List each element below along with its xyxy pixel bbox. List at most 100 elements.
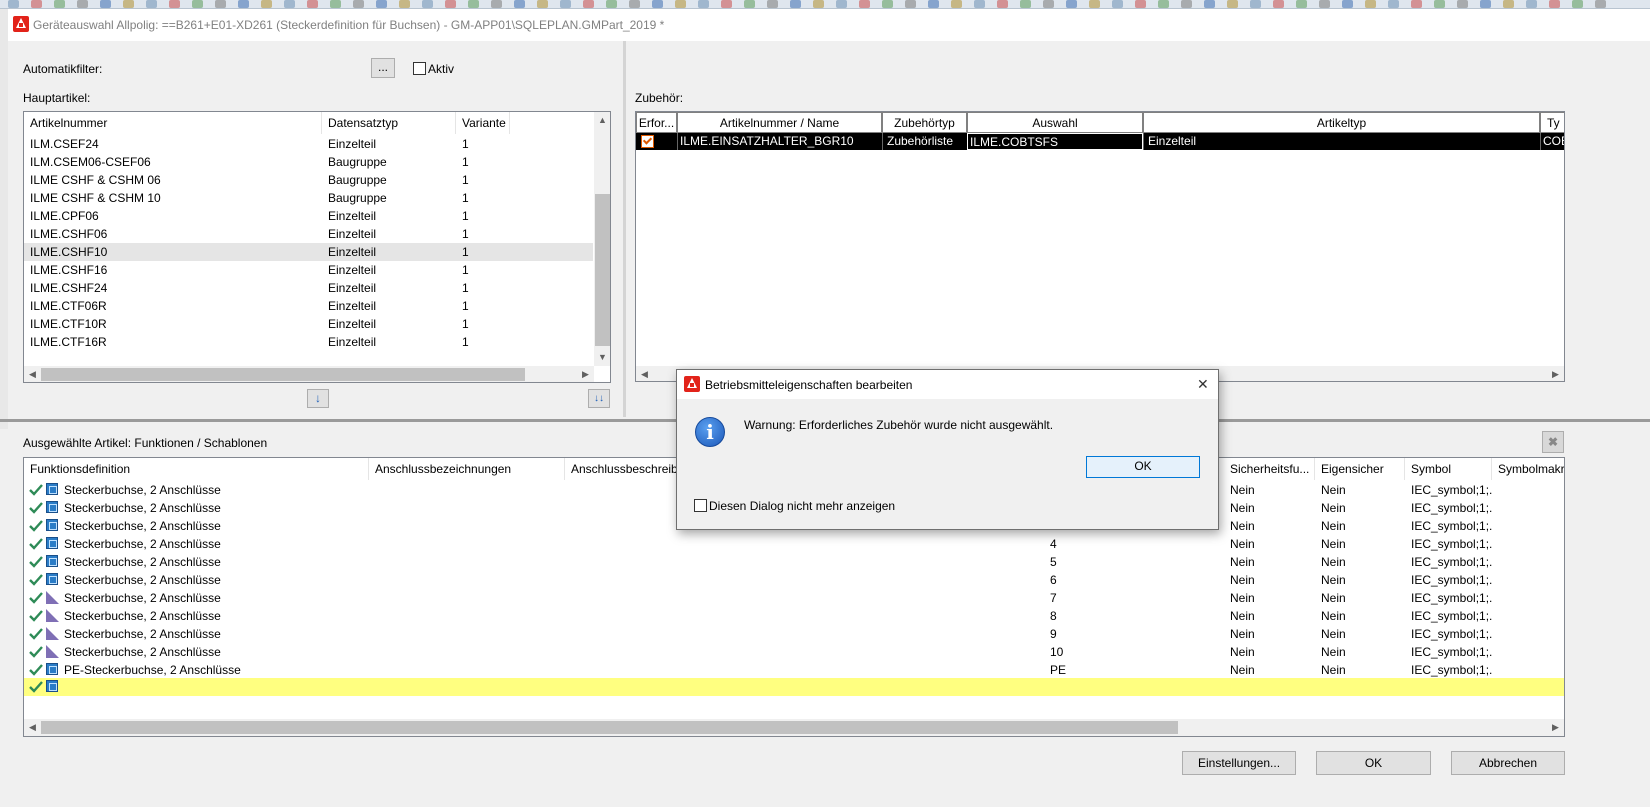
table-row[interactable]: ILME.CSHF24 Einzelteil 1: [24, 279, 593, 297]
column-header-anschlussbezeichnungen[interactable]: Anschlussbezeichnungen: [369, 458, 565, 480]
toolbar-icon[interactable]: [1503, 0, 1514, 8]
toolbar-icon[interactable]: [606, 0, 617, 8]
table-row[interactable]: PE-Steckerbuchse, 2 Anschlüsse PE Nein Nein…: [24, 661, 1564, 679]
dialog-ok-button[interactable]: OK: [1086, 456, 1200, 478]
scroll-left-arrow-icon[interactable]: ◀: [24, 719, 41, 736]
toolbar-icon[interactable]: [1273, 0, 1284, 8]
toolbar-icon[interactable]: [8, 0, 19, 8]
toolbar-icon[interactable]: [284, 0, 295, 8]
table-row[interactable]: ILME.CTF16R Einzelteil 1: [24, 333, 593, 351]
toolbar-icon[interactable]: [721, 0, 732, 8]
toolbar-icon[interactable]: [100, 0, 111, 8]
toolbar-icon[interactable]: [1434, 0, 1445, 8]
column-header-eigensicher[interactable]: Eigensicher: [1315, 458, 1405, 480]
hscroll-thumb[interactable]: [41, 368, 525, 381]
toolbar-icon[interactable]: [123, 0, 134, 8]
toolbar-icon[interactable]: [376, 0, 387, 8]
scroll-up-arrow-icon[interactable]: ▲: [594, 112, 610, 129]
vertical-splitter[interactable]: [623, 41, 626, 417]
toolbar-icon[interactable]: [1250, 0, 1261, 8]
scroll-left-arrow-icon[interactable]: ◀: [24, 366, 41, 382]
ausgewaehlt-hscrollbar[interactable]: ◀ ▶: [24, 719, 1564, 736]
toolbar-icon[interactable]: [537, 0, 548, 8]
table-row[interactable]: ILM.CSEM06-CSEF06 Baugruppe 1: [24, 153, 593, 171]
toolbar-icon[interactable]: [698, 0, 709, 8]
toolbar-icon[interactable]: [1296, 0, 1307, 8]
toolbar-icon[interactable]: [1549, 0, 1560, 8]
toolbar-icon[interactable]: [1112, 0, 1123, 8]
column-header-erforderlich[interactable]: Erfor...: [636, 112, 677, 133]
table-row[interactable]: ILME.CTF06R Einzelteil 1: [24, 297, 593, 315]
toolbar-icon[interactable]: [445, 0, 456, 8]
column-header-symbolmakro[interactable]: Symbolmakr: [1492, 458, 1564, 480]
filter-browse-button[interactable]: ...: [371, 58, 395, 78]
toolbar-icon[interactable]: [1388, 0, 1399, 8]
column-header-funktionsdefinition[interactable]: Funktionsdefinition: [24, 458, 369, 480]
move-down-button[interactable]: ↓: [307, 389, 329, 408]
toolbar-icon[interactable]: [951, 0, 962, 8]
toolbar-icon[interactable]: [1043, 0, 1054, 8]
table-row[interactable]: Steckerbuchse, 2 Anschlüsse 7 Nein Nein IEC_…: [24, 589, 1564, 607]
vscroll-thumb[interactable]: [595, 194, 610, 346]
column-header-typ[interactable]: Ty: [1540, 112, 1564, 133]
table-row[interactable]: Steckerbuchse, 2 Anschlüsse 4 Nein Nein IEC_…: [24, 535, 1564, 553]
ok-button[interactable]: OK: [1316, 751, 1431, 775]
toolbar-icon[interactable]: [1066, 0, 1077, 8]
column-header-symbol[interactable]: Symbol: [1405, 458, 1492, 480]
toolbar-icon[interactable]: [1089, 0, 1100, 8]
typ-cell[interactable]: COB: [1540, 133, 1564, 150]
scroll-right-arrow-icon[interactable]: ▶: [1547, 366, 1564, 381]
table-row[interactable]: ILME.CSHF10 Einzelteil 1: [24, 243, 593, 261]
toolbar-icon[interactable]: [238, 0, 249, 8]
toolbar-icon[interactable]: [836, 0, 847, 8]
toolbar-icon[interactable]: [146, 0, 157, 8]
column-header-artikelnummer-name[interactable]: Artikelnummer / Name: [677, 112, 882, 133]
new-entry-cell[interactable]: [62, 678, 1564, 696]
toolbar-icon[interactable]: [261, 0, 272, 8]
zubehoer-grid[interactable]: Erfor... Artikelnummer / Name Zubehörtyp…: [635, 111, 1565, 382]
hauptartikel-list[interactable]: Artikelnummer Datensatztyp Variante ILM.…: [23, 111, 611, 383]
auswahl-cell[interactable]: ILME.COBTSFS: [967, 133, 1143, 150]
toolbar-icon[interactable]: [767, 0, 778, 8]
toolbar-icon[interactable]: [859, 0, 870, 8]
toolbar-icon[interactable]: [652, 0, 663, 8]
toolbar-icon[interactable]: [491, 0, 502, 8]
zubehoer-row[interactable]: ILME.EINSATZHALTER_BGR10 Zubehörliste IL…: [636, 133, 1564, 150]
column-header-zubehoertyp[interactable]: Zubehörtyp: [882, 112, 967, 133]
toolbar-icon[interactable]: [307, 0, 318, 8]
hauptartikel-hscrollbar[interactable]: ◀ ▶: [24, 366, 594, 382]
toolbar-icon[interactable]: [583, 0, 594, 8]
toolbar-icon[interactable]: [1342, 0, 1353, 8]
column-header-artikelnummer[interactable]: Artikelnummer: [24, 112, 322, 134]
toolbar-icon[interactable]: [974, 0, 985, 8]
erforderlich-cell[interactable]: [636, 133, 677, 150]
table-row[interactable]: ILME CSHF & CSHM 06 Baugruppe 1: [24, 171, 593, 189]
toolbar-icon[interactable]: [1480, 0, 1491, 8]
toolbar-icon[interactable]: [882, 0, 893, 8]
column-header-sicherheitsfunktion[interactable]: Sicherheitsfu...: [1224, 458, 1315, 480]
toolbar-icon[interactable]: [997, 0, 1008, 8]
required-checkbox[interactable]: [641, 135, 654, 148]
toolbar-icon[interactable]: [1572, 0, 1583, 8]
toolbar-icon[interactable]: [77, 0, 88, 8]
toolbar-icon[interactable]: [1595, 0, 1606, 8]
toolbar-icon[interactable]: [1411, 0, 1422, 8]
toolbar-icon[interactable]: [1227, 0, 1238, 8]
new-entry-row[interactable]: [24, 678, 1564, 696]
toolbar-icon[interactable]: [399, 0, 410, 8]
toolbar-icon[interactable]: [905, 0, 916, 8]
toolbar-icon[interactable]: [169, 0, 180, 8]
toolbar-icon[interactable]: [813, 0, 824, 8]
close-icon[interactable]: ✕: [1197, 376, 1209, 393]
toolbar-icon[interactable]: [215, 0, 226, 8]
toolbar-icon[interactable]: [1457, 0, 1468, 8]
artikeltyp-cell[interactable]: Einzelteil: [1143, 133, 1540, 150]
toolbar-icon[interactable]: [928, 0, 939, 8]
toolbar-icon[interactable]: [192, 0, 203, 8]
table-row[interactable]: ILME CSHF & CSHM 10 Baugruppe 1: [24, 189, 593, 207]
table-row[interactable]: ILME.CTF10R Einzelteil 1: [24, 315, 593, 333]
table-row[interactable]: Steckerbuchse, 2 Anschlüsse 5 Nein Nein IEC_…: [24, 553, 1564, 571]
toolbar-icon[interactable]: [1181, 0, 1192, 8]
toolbar-icon[interactable]: [1158, 0, 1169, 8]
column-header-artikeltyp[interactable]: Artikeltyp: [1143, 112, 1540, 133]
